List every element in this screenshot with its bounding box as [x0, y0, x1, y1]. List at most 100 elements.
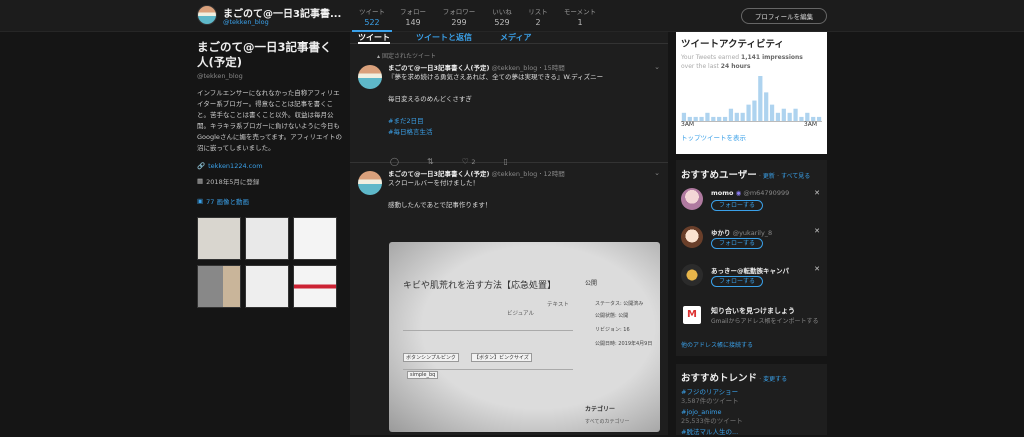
activity-bar[interactable] [787, 112, 792, 121]
activity-bar[interactable] [775, 112, 781, 121]
find-friends[interactable]: M 知り合いを見つけましょう Gmailからアドレス帳をインポートする [681, 304, 823, 328]
suggested-user-handle[interactable]: @yukarily_8 [733, 229, 773, 237]
activity-bar[interactable] [699, 116, 704, 121]
trend-item[interactable]: #jojo_anime 25,533件のツイート [681, 408, 822, 426]
avatar[interactable] [681, 264, 703, 286]
activity-bar[interactable] [705, 112, 710, 121]
photo-caption: ボタンシンプルピンク [403, 353, 459, 362]
trend-name[interactable]: #フジのリアショー [681, 388, 822, 397]
suggested-user-handle[interactable]: @m64790999 [743, 189, 789, 197]
tweet-item[interactable]: ▴ 固定されたツイート まごのて@一日3記事書く人(予定) @tekken_bl… [350, 45, 668, 166]
suggested-user-name[interactable]: あっきー@転勤族キャンパ [711, 267, 789, 275]
media-thumbnail[interactable] [245, 217, 289, 260]
media-link-label[interactable]: 77 画像と動画 [206, 196, 249, 206]
avatar[interactable] [681, 226, 703, 248]
follow-button[interactable]: フォローする [711, 276, 763, 287]
activity-bar[interactable] [805, 112, 810, 121]
tab-tweets[interactable]: ツイート [358, 32, 390, 44]
activity-bar[interactable] [693, 116, 698, 121]
follow-button[interactable]: フォローする [711, 200, 763, 211]
tweet-header: まごのて@一日3記事書く人(予定) @tekken_blog · 12時間 [388, 170, 565, 178]
activity-chart[interactable] [681, 74, 822, 122]
trend-item[interactable]: #フジのリアショー 3,587件のツイート [681, 388, 822, 406]
tweet-activity-card: ツイートアクティビティ Your Tweets earned 1,141 imp… [676, 32, 827, 154]
stat-label: ツイート [359, 8, 385, 16]
stat-followers[interactable]: フォロワー 299 [439, 6, 479, 27]
media-thumbnail[interactable] [245, 265, 289, 308]
activity-bar[interactable] [758, 76, 763, 121]
profile-joined-row: ▦ 2018年5月に登録 [197, 176, 342, 186]
change-trends-link[interactable]: 変更する [763, 376, 787, 383]
media-thumbnail[interactable] [197, 265, 241, 308]
trend-name[interactable]: #脱法マル人生の... [681, 428, 822, 437]
tweet-item[interactable]: まごのて@一日3記事書く人(予定) @tekken_blog · 12時間 ⌄ … [350, 163, 668, 435]
stat-label: いいね [492, 8, 512, 16]
close-icon[interactable]: ✕ [814, 265, 820, 273]
stat-label: フォロワー [442, 8, 476, 16]
stat-lists[interactable]: リスト 2 [518, 6, 558, 27]
tab-tweets-replies[interactable]: ツイートと返信 [416, 32, 472, 43]
refresh-link[interactable]: 更新 [763, 173, 775, 180]
tweet-author-name[interactable]: まごのて@一日3記事書く人(予定) [388, 64, 489, 72]
stat-tweets[interactable]: ツイート 522 [352, 6, 392, 32]
suggested-user-name[interactable]: ゆかり [711, 229, 731, 237]
tweet-avatar[interactable] [358, 171, 382, 195]
activity-bar[interactable] [752, 100, 757, 121]
close-icon[interactable]: ✕ [814, 227, 820, 235]
activity-bar[interactable] [740, 112, 745, 121]
trend-item[interactable]: #脱法マル人生の... [681, 428, 822, 437]
profile-url[interactable]: tekken1224.com [208, 162, 262, 170]
activity-bar[interactable] [746, 104, 751, 121]
media-thumbnail[interactable] [293, 265, 337, 308]
activity-bar[interactable] [722, 116, 728, 121]
activity-bar[interactable] [711, 116, 716, 121]
tweet-line: 毎日変えるのめんどくさすぎ [388, 95, 472, 103]
trends-title: おすすめトレンド [681, 373, 758, 384]
hashtag-link[interactable]: #毎日格言生活 [388, 127, 658, 138]
tab-media[interactable]: メディア [500, 32, 531, 43]
activity-bar[interactable] [769, 104, 775, 121]
stat-following[interactable]: フォロー 149 [393, 6, 433, 27]
avatar[interactable] [681, 188, 703, 210]
stat-likes[interactable]: いいね 529 [482, 6, 522, 27]
follow-button[interactable]: フォローする [711, 238, 763, 249]
chevron-down-icon[interactable]: ⌄ [654, 63, 660, 71]
tweet-line: スクロールバーを付けました！ [388, 179, 479, 187]
activity-bar[interactable] [734, 112, 739, 121]
profile-handle[interactable]: @tekken_blog [197, 72, 342, 80]
chevron-down-icon[interactable]: ⌄ [654, 169, 660, 177]
suggested-user-name[interactable]: momo [711, 189, 733, 197]
activity-bar[interactable] [681, 112, 687, 121]
tweet-author-handle[interactable]: @tekken_blog [492, 170, 538, 178]
tweet-author-name[interactable]: まごのて@一日3記事書く人(予定) [388, 170, 489, 178]
edit-profile-button[interactable]: プロフィールを編集 [741, 8, 827, 24]
stat-moments[interactable]: モーメント 1 [560, 6, 600, 27]
activity-bar[interactable] [781, 108, 786, 121]
hashtag-link[interactable]: #まだ2日目 [388, 116, 658, 127]
trend-name[interactable]: #jojo_anime [681, 408, 822, 417]
connect-address-book-link[interactable]: 他のアドレス帳に接続する [681, 340, 753, 349]
suggested-user-name-row: momo ◉ @m64790999 [711, 189, 789, 197]
navbar-profile-handle[interactable]: @tekken_blog [223, 18, 269, 26]
activity-bar[interactable] [816, 116, 822, 121]
activity-bar[interactable] [764, 92, 769, 121]
tweet-avatar[interactable] [358, 65, 382, 89]
activity-bar[interactable] [717, 116, 722, 121]
profile-name[interactable]: まごのて@一日3記事書く人(予定) [197, 40, 342, 70]
top-tweets-link[interactable]: トップツイートを表示 [681, 132, 746, 142]
view-all-link[interactable]: すべて見る [781, 173, 810, 180]
tweet-author-handle[interactable]: @tekken_blog [492, 64, 538, 72]
activity-bar[interactable] [793, 108, 798, 121]
stat-label: フォロー [400, 8, 426, 16]
close-icon[interactable]: ✕ [814, 189, 820, 197]
media-thumbnail[interactable] [293, 217, 337, 260]
media-link[interactable]: ▣ 77 画像と動画 [197, 196, 342, 206]
tweet-time[interactable]: 15時間 [544, 64, 565, 72]
activity-bar[interactable] [728, 108, 734, 121]
photo-caption: テキスト [547, 302, 569, 308]
media-thumbnail[interactable] [197, 217, 241, 260]
photo-caption: 公開状態: 公開 [595, 313, 629, 319]
avatar[interactable] [197, 5, 217, 25]
tweet-photo[interactable]: キビや肌荒れを治す方法【応急処置】 公開 テキスト ビジュアル ステータス: 公… [389, 242, 660, 432]
tweet-time[interactable]: 12時間 [544, 170, 565, 178]
